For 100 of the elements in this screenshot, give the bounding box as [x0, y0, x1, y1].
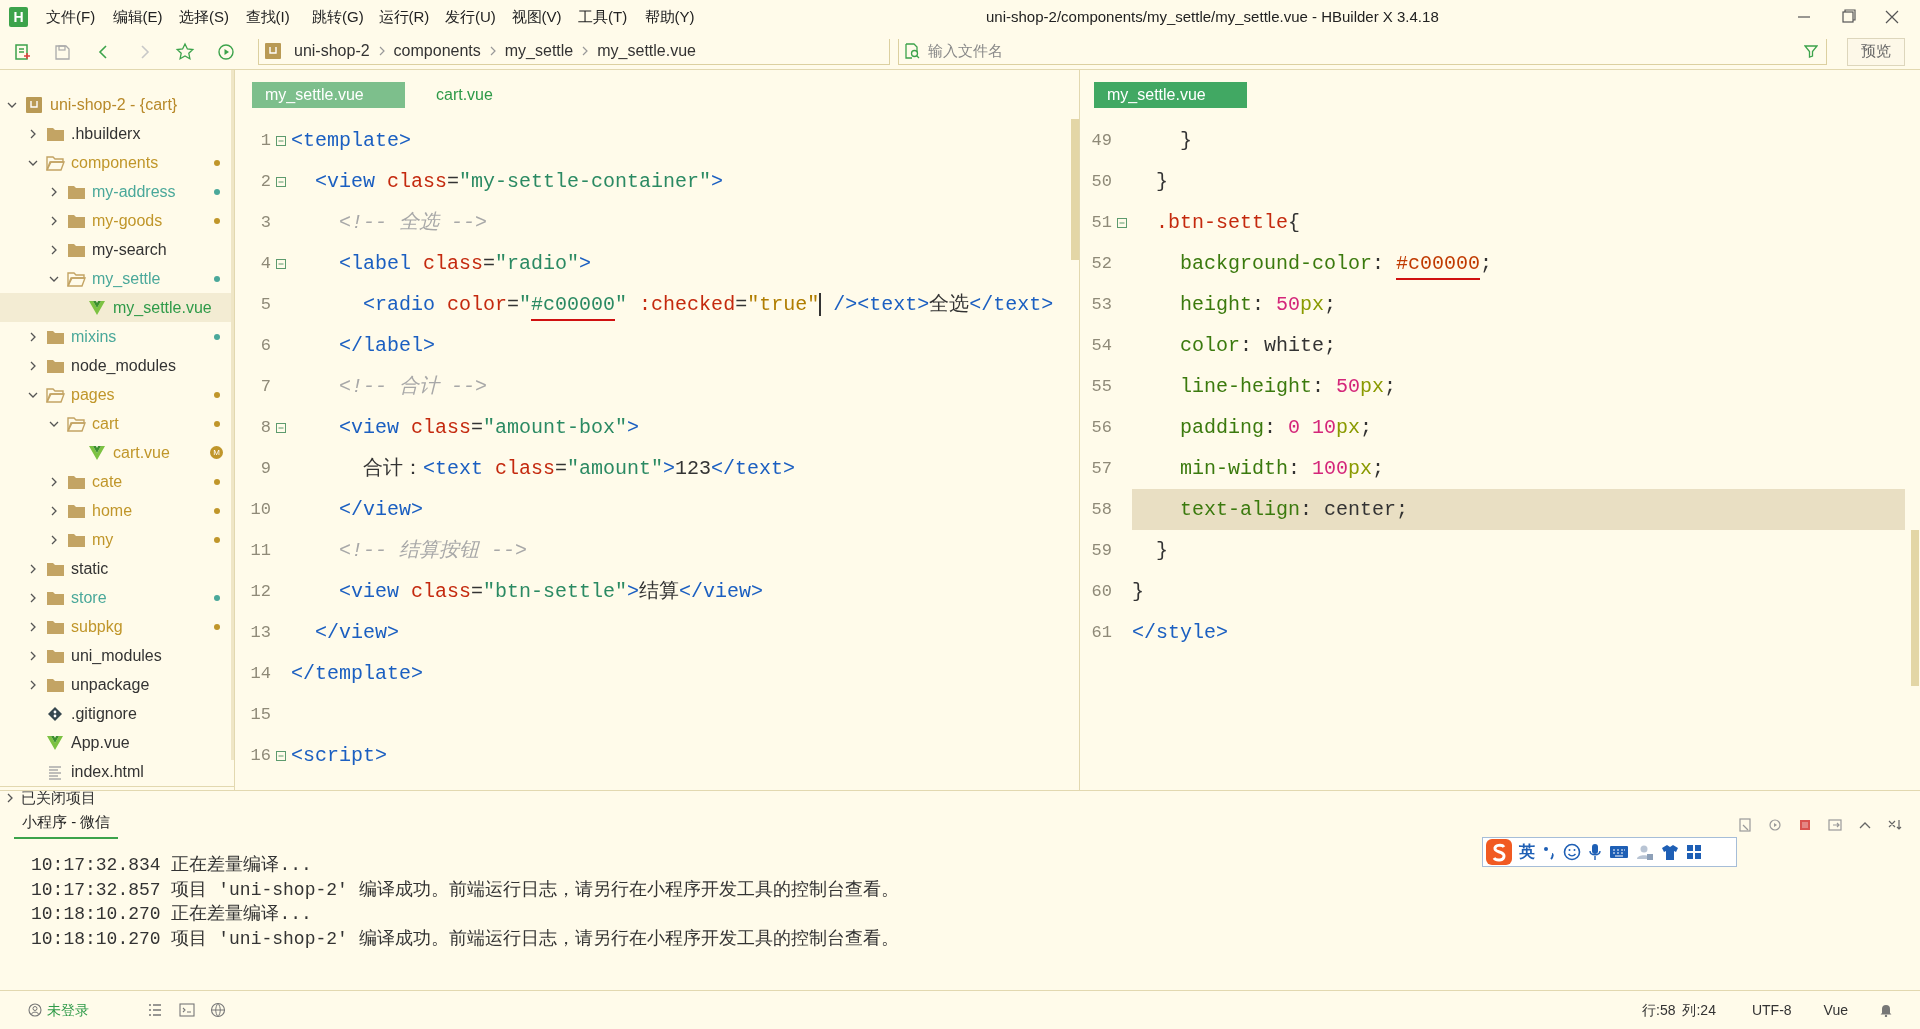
folder-icon	[45, 589, 65, 606]
breadcrumb-item[interactable]: components	[393, 39, 481, 63]
tree-label: uni-shop-2 - {cart}	[50, 94, 179, 115]
tree-label: my_settle.vue	[113, 297, 213, 318]
open-folder-icon	[45, 386, 65, 403]
folder-icon	[45, 328, 65, 345]
code-line: }	[1155, 537, 1168, 564]
line-number: 51	[1090, 211, 1112, 234]
tree-label: subpkg	[71, 616, 124, 637]
tree-label: .gitignore	[71, 703, 138, 724]
search-field[interactable]: 输入文件名	[928, 39, 1804, 63]
star-icon[interactable]	[174, 41, 195, 62]
menu-item[interactable]: 查找(I)	[245, 5, 312, 29]
restart-icon[interactable]	[1767, 817, 1783, 833]
tree-item[interactable]: unpackage	[0, 670, 234, 699]
tree-item[interactable]: static	[0, 554, 234, 583]
terminal-icon[interactable]	[179, 1003, 195, 1017]
breadcrumb-item[interactable]: my_settle.vue	[597, 39, 696, 63]
grid-menu-icon[interactable]	[1686, 844, 1702, 860]
line-number: 1	[259, 129, 271, 152]
menu-item[interactable]: 发行(U)	[445, 5, 512, 29]
list-icon[interactable]	[148, 1003, 162, 1017]
fold-icon[interactable]	[1117, 217, 1127, 228]
tree-item[interactable]: .hbuilderx	[0, 119, 234, 148]
editor-tab[interactable]: cart.vue	[423, 82, 506, 108]
bell-icon[interactable]	[1879, 1003, 1893, 1017]
folder-icon	[45, 618, 65, 635]
folder-icon	[45, 357, 65, 374]
tree-item[interactable]: my-search	[0, 235, 234, 264]
line-number: 58	[1090, 498, 1112, 521]
line-number: 8	[259, 416, 271, 439]
run-icon[interactable]	[215, 41, 236, 62]
menu-item[interactable]: 选择(S)	[179, 5, 246, 29]
code-line: <label class="radio">	[338, 250, 592, 277]
tree-label: components	[71, 152, 160, 173]
line-number: 54	[1090, 334, 1112, 357]
menu-item[interactable]: 帮助(Y)	[644, 5, 711, 29]
scrollbar-thumb[interactable]	[1911, 530, 1919, 686]
user-icon[interactable]	[28, 1003, 42, 1017]
menu-item[interactable]: 运行(R)	[378, 5, 445, 29]
line-number: 3	[259, 211, 271, 234]
menu-item[interactable]: 视图(V)	[511, 5, 578, 29]
code-line: min-width: 100px;	[1179, 455, 1385, 482]
tree-item[interactable]: App.vue	[0, 728, 234, 757]
search-box[interactable]: 输入文件名	[898, 38, 1827, 65]
tree-label: pages	[71, 384, 116, 405]
tree-item[interactable]: node_modules	[0, 351, 234, 380]
login-status[interactable]: 未登录	[47, 999, 89, 1021]
closed-projects-item[interactable]: 已关闭项目	[0, 786, 234, 810]
file-icon	[47, 763, 63, 780]
menu-item[interactable]: 跳转(G)	[312, 5, 379, 29]
line-number: 4	[259, 252, 271, 275]
code-line: </view>	[314, 619, 400, 646]
export-icon[interactable]	[1827, 817, 1843, 833]
line-number: 2	[259, 170, 271, 193]
shirt-icon[interactable]	[1661, 843, 1679, 861]
language-mode[interactable]: Vue	[1823, 999, 1848, 1021]
menu-item[interactable]: 编辑(E)	[112, 5, 179, 29]
code-line: <template>	[291, 127, 412, 154]
fold-icon[interactable]	[276, 135, 286, 146]
code-line: <!-- 结算按钮 -->	[338, 537, 528, 564]
keyboard-icon[interactable]	[1609, 844, 1629, 860]
stop-icon[interactable]	[1797, 817, 1813, 833]
input-language-toggle[interactable]: 英	[1519, 840, 1535, 864]
fold-icon[interactable]	[276, 422, 286, 433]
folder-icon	[45, 676, 65, 693]
log-line: 10:18:10.270 项目 'uni-shop-2' 编译成功。前端运行日志，请另行在小程序开发工具的控制台查看。	[31, 927, 900, 951]
console-tab[interactable]: 小程序 - 微信	[14, 810, 119, 839]
code-line: }	[1179, 127, 1192, 154]
code-line: <view class="btn-settle">结算</view>	[338, 578, 764, 605]
user-settings-icon[interactable]	[1636, 843, 1654, 861]
fold-icon[interactable]	[276, 176, 286, 187]
fold-icon[interactable]	[276, 750, 286, 761]
chevron-right-icon	[377, 45, 386, 57]
clear-icon[interactable]	[1737, 817, 1753, 833]
code-line: color: white;	[1179, 332, 1337, 359]
tree-label: cate	[92, 471, 124, 492]
fold-icon[interactable]	[276, 258, 286, 269]
globe-icon[interactable]	[210, 1002, 226, 1018]
preview-button[interactable]: 预览	[1847, 37, 1905, 66]
encoding-label[interactable]: UTF-8	[1751, 999, 1792, 1021]
scrollbar-thumb[interactable]	[1071, 119, 1079, 260]
smiley-icon[interactable]	[1563, 843, 1581, 861]
line-number: 16	[249, 744, 271, 767]
menu-item[interactable]: 工具(T)	[578, 5, 645, 29]
folder-icon	[66, 183, 86, 200]
code-line: </template>	[291, 660, 424, 687]
microphone-icon[interactable]	[1588, 843, 1602, 861]
tree-label: App.vue	[71, 732, 131, 753]
code-line: line-height: 50px;	[1179, 373, 1397, 400]
project-icon	[25, 95, 43, 114]
folder-icon	[66, 531, 86, 548]
tree-label: node_modules	[71, 355, 177, 376]
breadcrumb-item[interactable]: my_settle	[504, 39, 574, 63]
tree-item[interactable]: uni_modules	[0, 641, 234, 670]
breadcrumb-item[interactable]: uni-shop-2	[294, 39, 370, 63]
tree-item[interactable]: .gitignore	[0, 699, 234, 728]
tree-item[interactable]: index.html	[0, 757, 234, 786]
menu-item[interactable]: 文件(F)	[46, 5, 113, 29]
cursor-line: 行:58	[1642, 1000, 1676, 1020]
